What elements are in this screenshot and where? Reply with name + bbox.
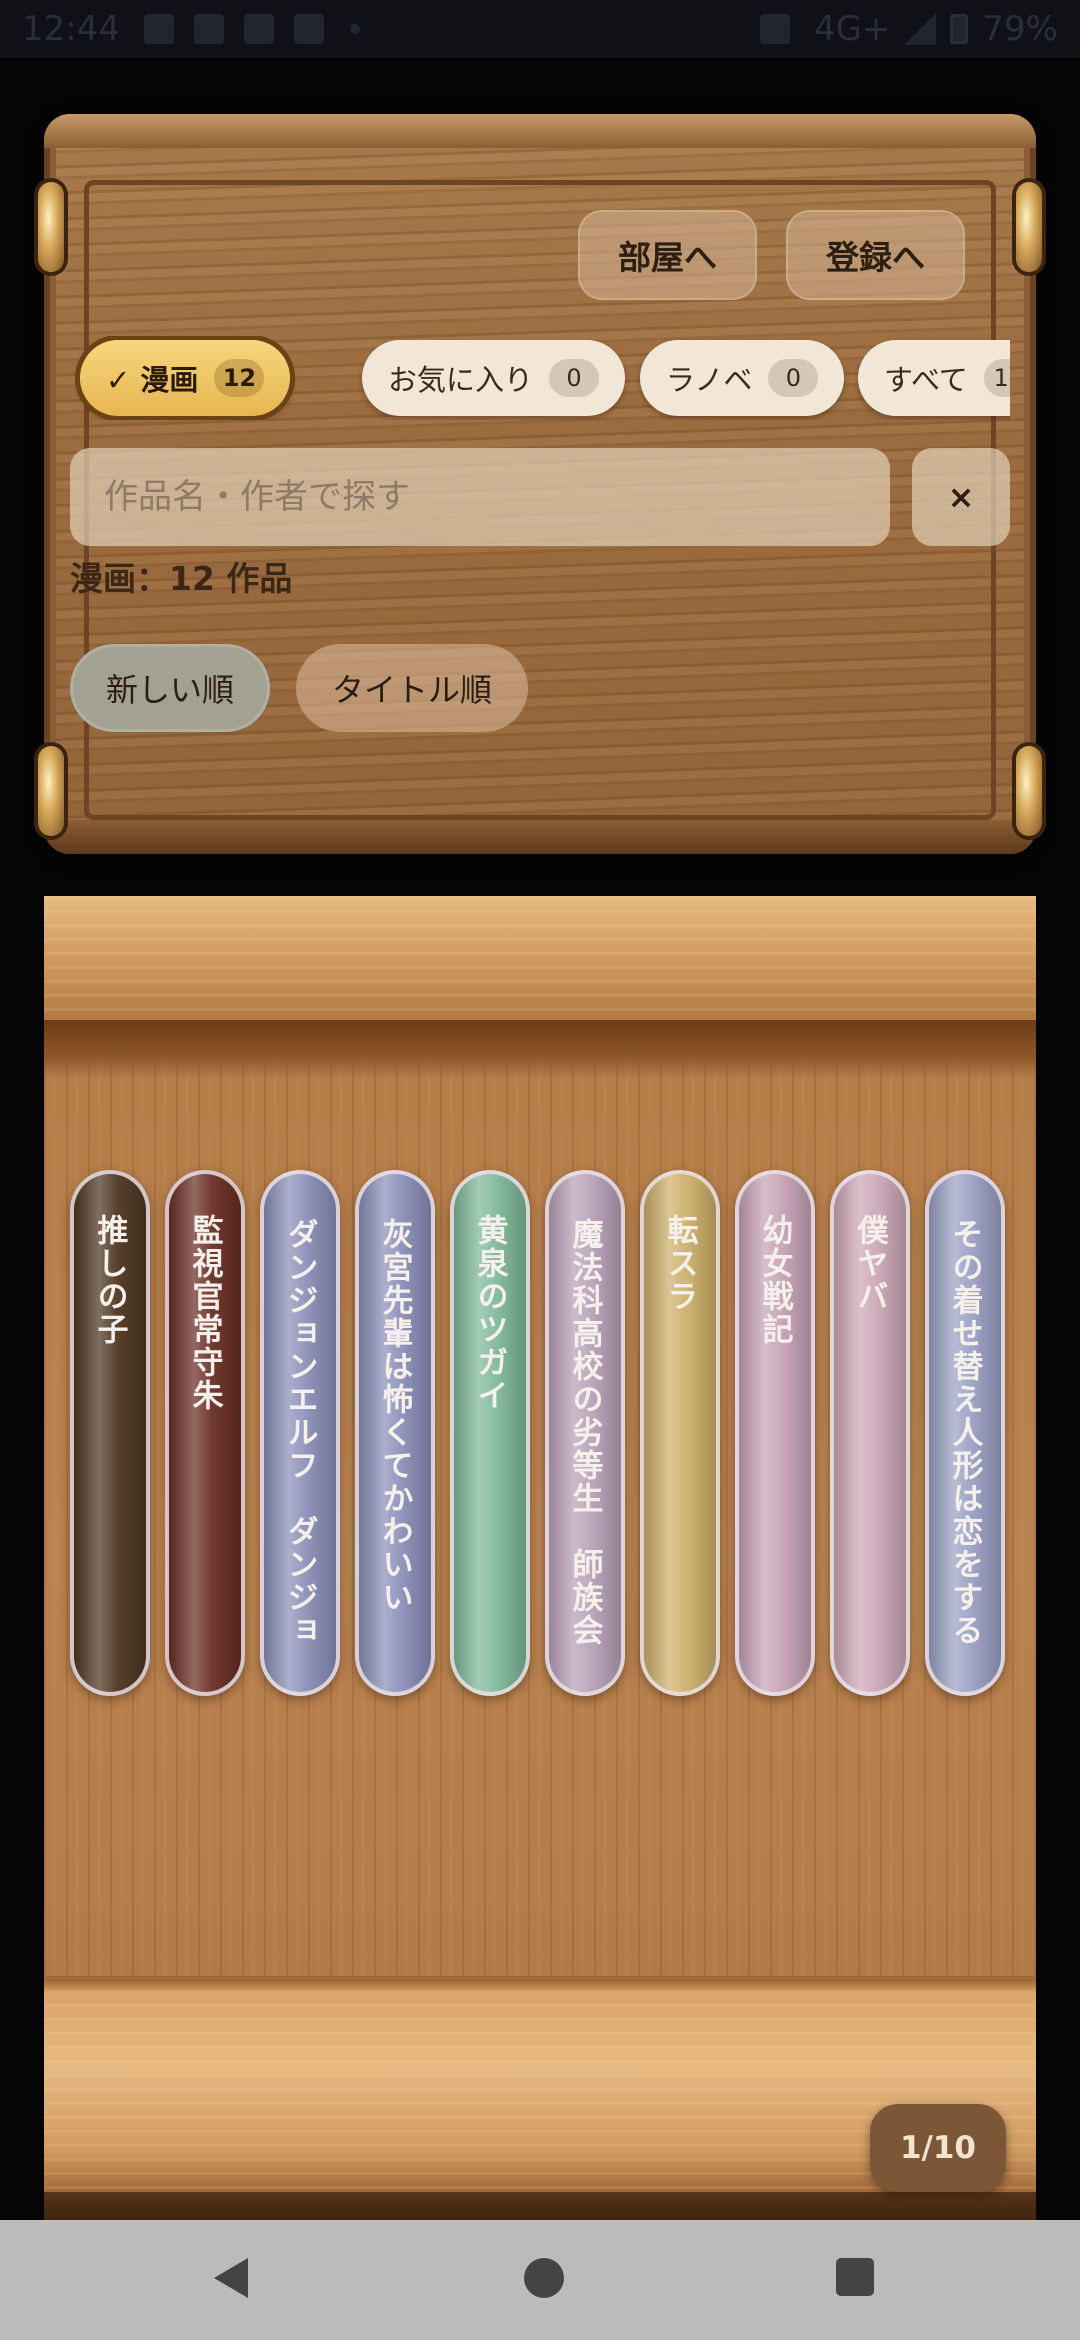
book-title: 僕ヤバ bbox=[851, 1214, 888, 1313]
search-input[interactable] bbox=[70, 448, 890, 546]
status-bar: 12:44 4G+ 79% bbox=[0, 0, 1080, 58]
mute-icon bbox=[759, 14, 790, 44]
room-button[interactable]: 部屋へ bbox=[578, 210, 757, 300]
chip-label: ✓ 漫画 bbox=[106, 363, 199, 397]
home-icon[interactable] bbox=[524, 2258, 564, 2298]
shelf-shadow bbox=[44, 1020, 1036, 1078]
book-title: 監視官常守朱 bbox=[186, 1214, 223, 1412]
page-indicator: 1/10 bbox=[870, 2104, 1006, 2192]
panel-rail-bottom bbox=[44, 820, 1036, 854]
knob-ornament bbox=[38, 182, 64, 272]
filter-chips: ✓ 漫画 12 お気に入り 0 ラノベ 0 すべて 12 bbox=[74, 336, 1010, 420]
book-title: 幼女戦記 bbox=[756, 1214, 793, 1346]
sort-title-button[interactable]: タイトル順 bbox=[296, 644, 529, 732]
book-spine[interactable]: 黄泉のツガイ bbox=[450, 1170, 530, 1696]
book-spine[interactable]: 転スラ bbox=[640, 1170, 720, 1696]
result-count-label: 漫画：12 作品 bbox=[70, 559, 293, 598]
chip-count: 12 bbox=[214, 359, 265, 397]
chip-count: 12 bbox=[983, 359, 1010, 397]
more-notifications-icon bbox=[349, 24, 360, 34]
book-spine[interactable]: ダンジョンエルフ ダンジョ bbox=[260, 1170, 340, 1696]
filter-all-chip[interactable]: すべて 12 bbox=[858, 340, 1010, 416]
chip-count: 0 bbox=[768, 359, 819, 397]
filter-favorites-chip[interactable]: お気に入り 0 bbox=[362, 340, 626, 416]
register-button[interactable]: 登録へ bbox=[786, 210, 965, 300]
control-panel: 部屋へ 登録へ ✓ 漫画 12 お気に入り 0 ラノベ 0 すべて 12 × 漫… bbox=[38, 114, 1042, 854]
book-spine[interactable]: 推しの子 bbox=[70, 1170, 150, 1696]
navigation-bar bbox=[0, 2220, 1080, 2340]
knob-ornament bbox=[1016, 746, 1042, 836]
book-title: 転スラ bbox=[661, 1214, 698, 1313]
filter-manga-chip[interactable]: ✓ 漫画 12 bbox=[80, 340, 291, 416]
back-icon[interactable] bbox=[214, 2258, 248, 2298]
book-spine[interactable]: 魔法科高校の劣等生 師族会 bbox=[545, 1170, 625, 1696]
chip-label: ラノベ bbox=[666, 363, 753, 397]
battery-percent: 79% bbox=[982, 9, 1058, 49]
battery-icon bbox=[950, 14, 969, 44]
image-icon bbox=[243, 14, 274, 44]
bookshelf: 推しの子 監視官常守朱 ダンジョンエルフ ダンジョ 灰宮先輩は怖くてかわいい 黄… bbox=[44, 896, 1036, 2222]
book-spine[interactable]: その着せ替え人形は恋をする bbox=[925, 1170, 1005, 1696]
mail-icon bbox=[293, 14, 324, 44]
network-type: 4G+ bbox=[813, 9, 891, 49]
book-spine[interactable]: 僕ヤバ bbox=[830, 1170, 910, 1696]
status-time: 12:44 bbox=[22, 9, 120, 49]
notification-icon bbox=[143, 14, 174, 44]
panel-rail-top bbox=[44, 114, 1036, 148]
knob-ornament bbox=[1016, 182, 1042, 272]
recent-apps-icon[interactable] bbox=[836, 2258, 874, 2296]
knob-ornament bbox=[38, 746, 64, 836]
shelf-edge bbox=[44, 2192, 1036, 2222]
filter-lightnovel-chip[interactable]: ラノベ 0 bbox=[640, 340, 845, 416]
book-title: 黄泉のツガイ bbox=[471, 1214, 508, 1412]
signal-icon bbox=[904, 13, 937, 45]
chip-label: お気に入り bbox=[388, 363, 534, 397]
book-title: 灰宮先輩は怖くてかわいい bbox=[376, 1218, 413, 1614]
chip-count: 0 bbox=[549, 359, 600, 397]
book-title: 推しの子 bbox=[91, 1214, 128, 1346]
notification-icon bbox=[193, 14, 224, 44]
book-spine[interactable]: 灰宮先輩は怖くてかわいい bbox=[355, 1170, 435, 1696]
clear-search-button[interactable]: × bbox=[912, 448, 1010, 546]
book-spine[interactable]: 監視官常守朱 bbox=[165, 1170, 245, 1696]
book-spine[interactable]: 幼女戦記 bbox=[735, 1170, 815, 1696]
sort-newest-button[interactable]: 新しい順 bbox=[70, 644, 271, 732]
book-title: ダンジョンエルフ ダンジョ bbox=[281, 1218, 318, 1647]
chip-label: すべて bbox=[884, 363, 968, 397]
book-title: 魔法科高校の劣等生 師族会 bbox=[566, 1218, 603, 1647]
book-title: その着せ替え人形は恋をする bbox=[946, 1218, 983, 1647]
shelf-plank bbox=[44, 896, 1036, 1020]
